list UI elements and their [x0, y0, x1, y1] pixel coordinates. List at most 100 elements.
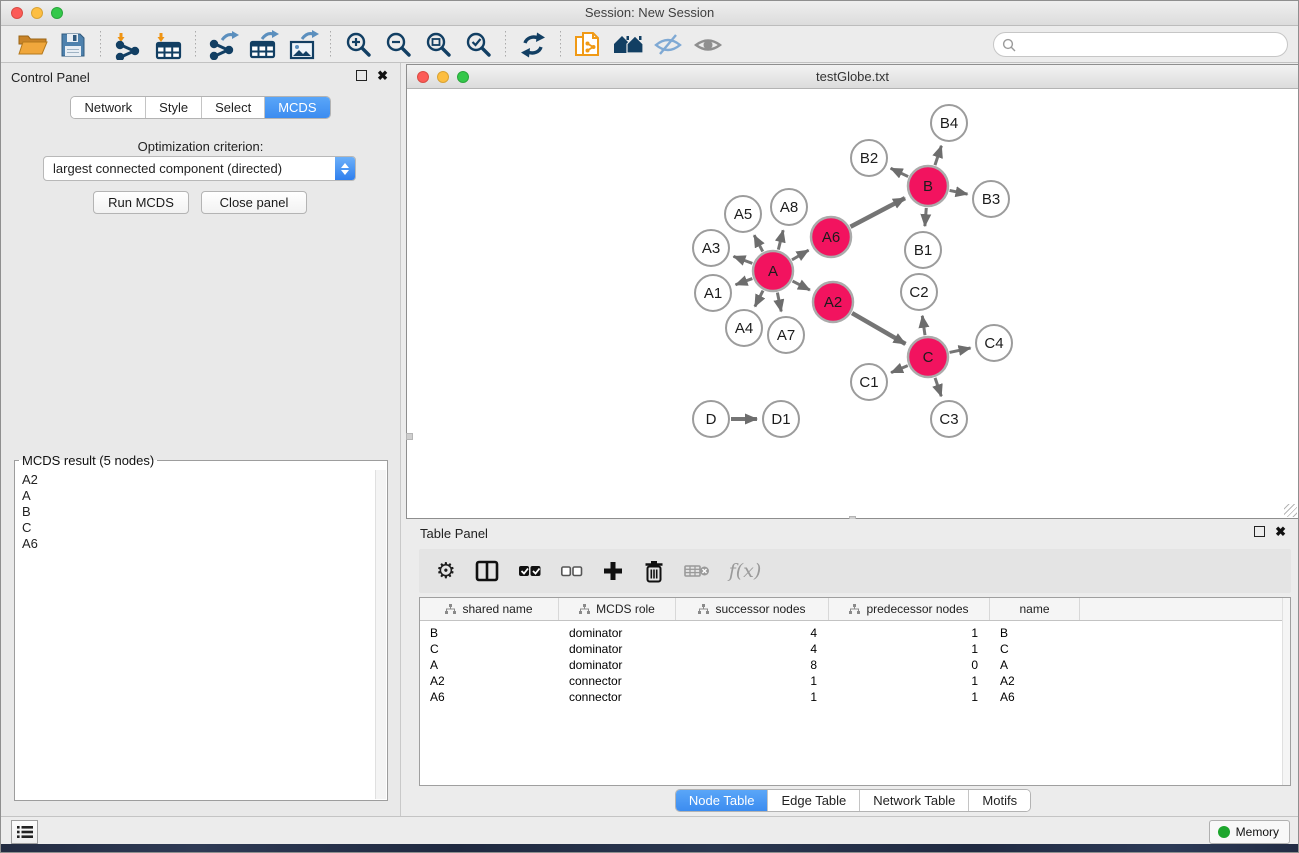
- column-header-successor-nodes[interactable]: successor nodes: [676, 598, 829, 620]
- graph-edge-A-A6[interactable]: [792, 250, 809, 260]
- show-details-button[interactable]: [688, 29, 728, 61]
- zoom-out-button[interactable]: [378, 29, 418, 61]
- graph-node-A7[interactable]: A7: [768, 317, 804, 353]
- graph-node-B3[interactable]: B3: [973, 181, 1009, 217]
- table-row[interactable]: Adominator80A: [420, 657, 1290, 673]
- tab-select[interactable]: Select: [201, 97, 264, 118]
- graph-edge-A6-B[interactable]: [850, 198, 905, 227]
- tab-network[interactable]: Network: [71, 97, 145, 118]
- mcds-result-list[interactable]: A2ABCA6: [16, 470, 375, 799]
- run-mcds-button[interactable]: Run MCDS: [93, 191, 189, 214]
- graph-edge-A2-C[interactable]: [852, 313, 905, 344]
- graph-node-B4[interactable]: B4: [931, 105, 967, 141]
- export-image-button[interactable]: [283, 29, 323, 61]
- graph-node-D[interactable]: D: [693, 401, 729, 437]
- import-table-button[interactable]: [148, 29, 188, 61]
- graph-node-C1[interactable]: C1: [851, 364, 887, 400]
- task-history-button[interactable]: [11, 820, 38, 844]
- close-panel-icon[interactable]: ✖: [1275, 526, 1286, 537]
- graph-edge-B-B3[interactable]: [950, 190, 968, 194]
- tab-motifs[interactable]: Motifs: [968, 790, 1030, 811]
- column-header-MCDS-role[interactable]: MCDS role: [559, 598, 676, 620]
- table-row[interactable]: A6connector11A6: [420, 689, 1290, 705]
- save-session-button[interactable]: [53, 29, 93, 61]
- splitter-handle[interactable]: [406, 433, 413, 440]
- mcds-result-item[interactable]: A2: [22, 472, 375, 488]
- graph-edge-C-C1[interactable]: [891, 366, 908, 373]
- network-canvas[interactable]: AA1A2A3A4A5A6A7A8BB1B2B3B4CC1C2C3C4DD1: [407, 89, 1298, 518]
- graph-node-C3[interactable]: C3: [931, 401, 967, 437]
- graph-edge-A-A1[interactable]: [736, 279, 753, 285]
- deselect-all-columns-button[interactable]: [560, 556, 583, 586]
- memory-button[interactable]: Memory: [1209, 820, 1290, 844]
- window-resize-grip[interactable]: [1284, 504, 1297, 517]
- mcds-result-item[interactable]: B: [22, 504, 375, 520]
- open-session-button[interactable]: [13, 29, 53, 61]
- tab-node-table[interactable]: Node Table: [676, 790, 768, 811]
- graph-edge-A-A4[interactable]: [755, 291, 763, 307]
- graph-node-A2[interactable]: A2: [813, 282, 853, 322]
- export-network-button[interactable]: [203, 29, 243, 61]
- graph-edge-A-A7[interactable]: [777, 293, 781, 312]
- graph-edge-A-A2[interactable]: [793, 281, 810, 290]
- zoom-in-button[interactable]: [338, 29, 378, 61]
- mcds-result-scrollbar[interactable]: [375, 470, 386, 799]
- tab-network-table[interactable]: Network Table: [859, 790, 968, 811]
- close-panel-icon[interactable]: ✖: [377, 70, 388, 81]
- search-input[interactable]: [1021, 37, 1287, 53]
- zoom-fit-button[interactable]: [418, 29, 458, 61]
- graph-node-D1[interactable]: D1: [763, 401, 799, 437]
- table-settings-button[interactable]: ⚙: [436, 556, 456, 586]
- column-header-predecessor-nodes[interactable]: predecessor nodes: [829, 598, 990, 620]
- column-view-button[interactable]: [475, 556, 499, 586]
- graph-node-A8[interactable]: A8: [771, 189, 807, 225]
- mcds-result-item[interactable]: A: [22, 488, 375, 504]
- graph-node-B2[interactable]: B2: [851, 140, 887, 176]
- home-layout-button[interactable]: [608, 29, 648, 61]
- clone-network-button[interactable]: [568, 29, 608, 61]
- graph-node-A3[interactable]: A3: [693, 230, 729, 266]
- graph-node-C4[interactable]: C4: [976, 325, 1012, 361]
- column-header-shared-name[interactable]: shared name: [420, 598, 559, 620]
- column-header-name[interactable]: name: [990, 598, 1080, 620]
- graph-edge-A-A3[interactable]: [734, 256, 753, 263]
- import-network-button[interactable]: [108, 29, 148, 61]
- mcds-result-item[interactable]: C: [22, 520, 375, 536]
- table-row[interactable]: A2connector11A2: [420, 673, 1290, 689]
- delete-column-button[interactable]: [643, 556, 665, 586]
- graph-node-A5[interactable]: A5: [725, 196, 761, 232]
- graph-node-A4[interactable]: A4: [726, 310, 762, 346]
- optimization-criterion-select[interactable]: largest connected component (directed): [43, 156, 356, 181]
- select-all-columns-button[interactable]: [518, 556, 541, 586]
- tab-style[interactable]: Style: [145, 97, 201, 118]
- table-row[interactable]: Cdominator41C: [420, 641, 1290, 657]
- delete-table-button[interactable]: [684, 556, 710, 586]
- table-row[interactable]: Bdominator41B: [420, 625, 1290, 641]
- graph-edge-A-A8[interactable]: [778, 230, 783, 249]
- graph-node-C[interactable]: C: [908, 337, 948, 377]
- graph-edge-B-B1[interactable]: [925, 208, 926, 226]
- graph-node-C2[interactable]: C2: [901, 274, 937, 310]
- mcds-result-item[interactable]: A6: [22, 536, 375, 552]
- graph-edge-C-C2[interactable]: [922, 316, 925, 335]
- graph-node-B1[interactable]: B1: [905, 232, 941, 268]
- graph-edge-A-A5[interactable]: [754, 235, 763, 251]
- close-panel-button[interactable]: Close panel: [201, 191, 307, 214]
- graph-node-A1[interactable]: A1: [695, 275, 731, 311]
- tab-edge-table[interactable]: Edge Table: [767, 790, 859, 811]
- function-builder-button[interactable]: f(x): [729, 556, 762, 586]
- graph-node-A6[interactable]: A6: [811, 217, 851, 257]
- zoom-selected-button[interactable]: [458, 29, 498, 61]
- float-panel-icon[interactable]: [1254, 526, 1265, 537]
- export-table-button[interactable]: [243, 29, 283, 61]
- graph-edge-B-B2[interactable]: [891, 168, 908, 176]
- add-column-button[interactable]: [602, 556, 624, 586]
- tab-mcds[interactable]: MCDS: [264, 97, 329, 118]
- graph-edge-C-C3[interactable]: [935, 378, 941, 396]
- graph-edge-C-C4[interactable]: [950, 348, 971, 352]
- table-scrollbar[interactable]: [1282, 598, 1290, 785]
- float-panel-icon[interactable]: [356, 70, 367, 81]
- refresh-layout-button[interactable]: [513, 29, 553, 61]
- graph-node-B[interactable]: B: [908, 166, 948, 206]
- hide-details-button[interactable]: [648, 29, 688, 61]
